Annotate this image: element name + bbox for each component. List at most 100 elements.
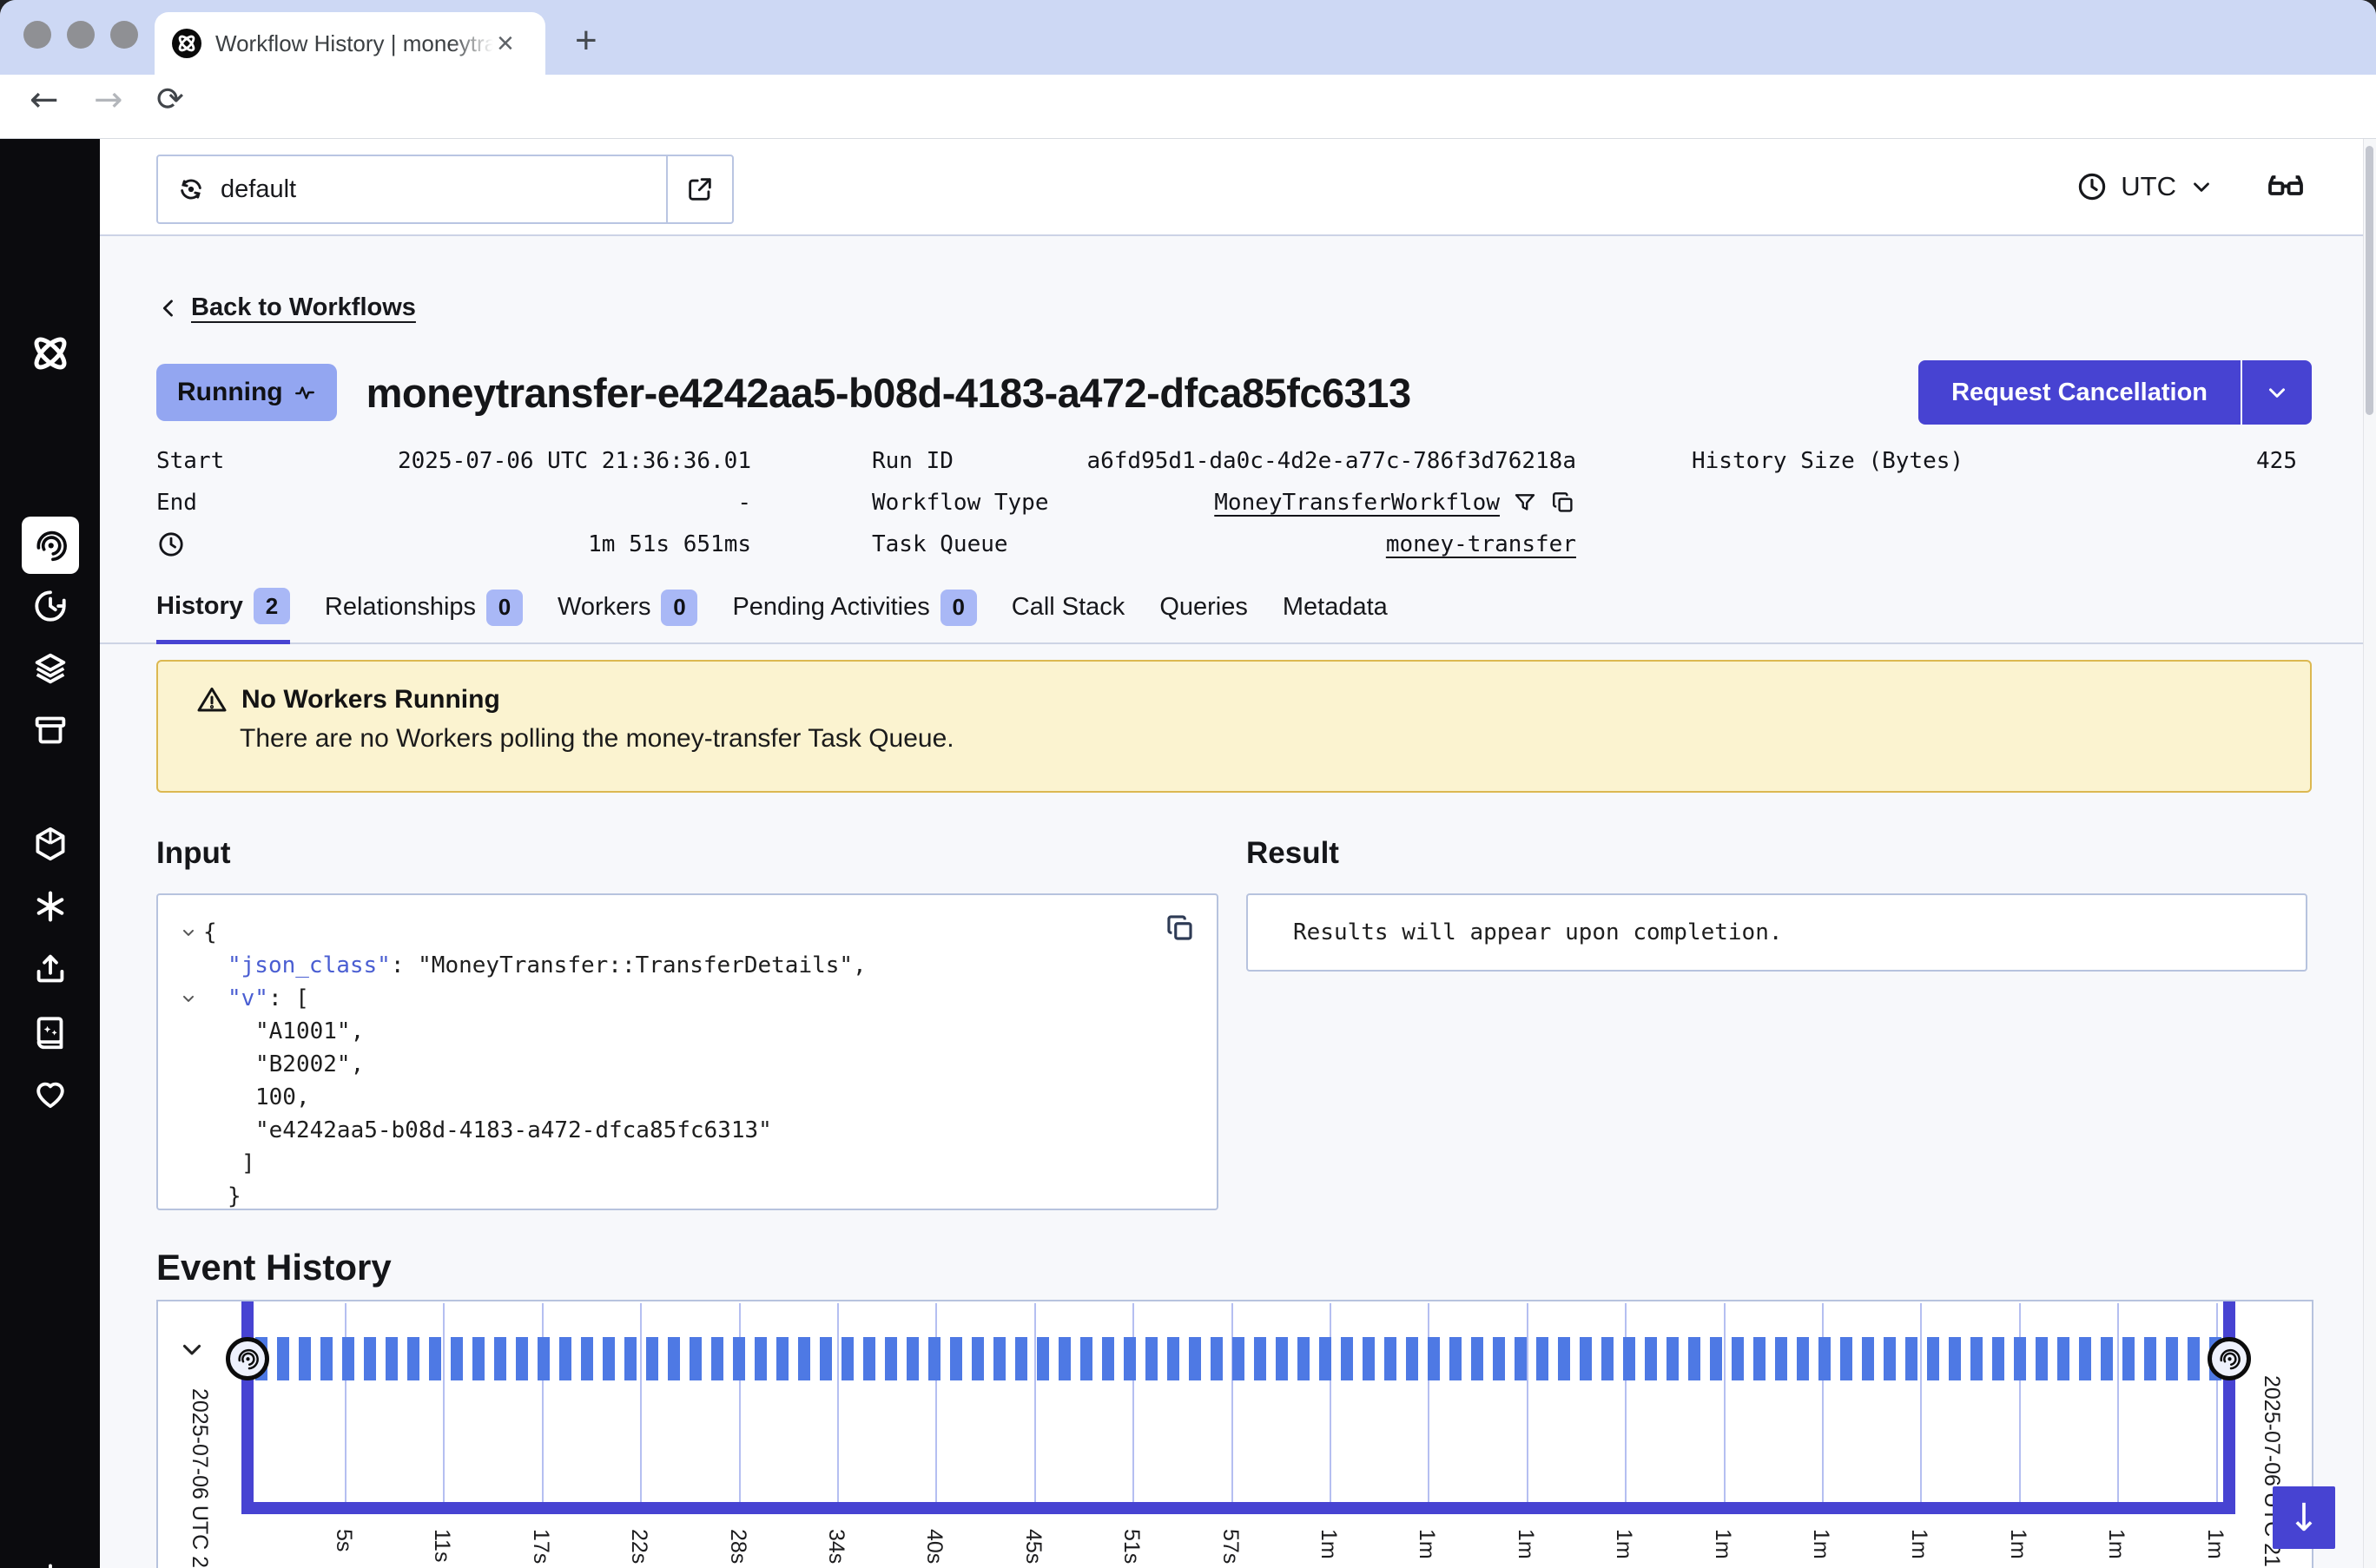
history-count-badge: 2: [254, 588, 290, 624]
timeline-gridline: [739, 1303, 741, 1514]
timeline-start-bar: [241, 1301, 254, 1514]
tab-history[interactable]: History2: [156, 588, 290, 644]
timeline-gridline: [1132, 1303, 1134, 1514]
sidebar-item-namespaces[interactable]: [0, 824, 100, 864]
tab-close-icon[interactable]: ×: [497, 29, 514, 58]
result-payload-viewer: Results will appear upon completion.: [1246, 893, 2307, 972]
copy-input-icon[interactable]: [1165, 912, 1196, 944]
input-heading: Input: [156, 836, 1218, 871]
window-minimize-button[interactable]: [67, 21, 95, 49]
sidebar-item-workflows[interactable]: [22, 517, 79, 574]
json-key: "json_class": [228, 952, 391, 978]
timeline-gridline: [1822, 1303, 1824, 1514]
app-topbar: default UTC: [100, 139, 2376, 236]
timeline-gridline: [2216, 1303, 2218, 1514]
start-label: Start: [156, 448, 224, 474]
workflow-type-link[interactable]: MoneyTransferWorkflow: [1214, 490, 1500, 516]
window-zoom-button[interactable]: [110, 21, 138, 49]
scroll-to-bottom-button[interactable]: ↓: [2273, 1486, 2335, 1549]
timeline-tick-label: 1m: [2103, 1529, 2128, 1559]
tab-pending-activities[interactable]: Pending Activities0: [732, 590, 976, 642]
timeline-tick-label: 28s: [725, 1529, 750, 1564]
copy-icon[interactable]: [1550, 490, 1576, 516]
json-text: : "MoneyTransfer::TransferDetails",: [391, 952, 867, 978]
namespace-open-button[interactable]: [666, 156, 732, 222]
sidebar-item-deployments[interactable]: [0, 649, 100, 688]
page-scrollbar[interactable]: [2363, 139, 2376, 1568]
filter-icon[interactable]: [1512, 490, 1538, 516]
sidebar-item-docs[interactable]: [0, 1012, 100, 1052]
pending-activities-count-badge: 0: [940, 590, 977, 626]
timezone-select[interactable]: UTC: [2121, 171, 2176, 202]
workflow-tabs: History2 Relationships0 Workers0 Pending…: [100, 588, 2376, 644]
labs-glasses-icon[interactable]: [2265, 166, 2307, 208]
forward-button[interactable]: →: [94, 80, 123, 120]
sidebar-item-archival[interactable]: [0, 710, 100, 750]
end-value: -: [737, 490, 751, 516]
namespace-selector[interactable]: default: [156, 155, 734, 224]
reload-button[interactable]: ⟳: [156, 80, 184, 118]
temporal-favicon-icon: [172, 29, 201, 58]
window-close-button[interactable]: [23, 21, 51, 49]
end-label: End: [156, 490, 197, 516]
timeline-gridline: [1625, 1303, 1627, 1514]
task-queue-label: Task Queue: [872, 531, 1008, 557]
cancel-dropdown-button[interactable]: [2242, 360, 2312, 425]
timeline-events-band[interactable]: [255, 1337, 2221, 1380]
timeline-gridline: [345, 1303, 346, 1514]
new-tab-button[interactable]: +: [575, 19, 597, 63]
temporal-logo-icon[interactable]: [0, 332, 100, 375]
timeline-gridline: [1330, 1303, 1331, 1514]
theme-toggle-icon[interactable]: [0, 1561, 100, 1568]
workflow-latest-node[interactable]: [2208, 1337, 2251, 1380]
chevron-down-icon[interactable]: [2188, 174, 2214, 200]
json-text: }: [203, 1183, 241, 1209]
back-button[interactable]: ←: [30, 80, 59, 120]
tab-workers[interactable]: Workers0: [558, 590, 697, 642]
tab-relationships[interactable]: Relationships0: [325, 590, 523, 642]
timeline-tick-label: 1m: [1710, 1529, 1735, 1559]
request-cancellation-button[interactable]: Request Cancellation: [1918, 360, 2241, 425]
timeline-gridline: [935, 1303, 937, 1514]
sidebar-item-import[interactable]: [0, 949, 100, 989]
app-sidebar: 2.34.0: [0, 139, 100, 1568]
workflow-started-node[interactable]: [226, 1337, 269, 1380]
timeline-gridline: [1724, 1303, 1726, 1514]
relationships-count-badge: 0: [486, 590, 523, 626]
sidebar-item-feedback[interactable]: [0, 1074, 100, 1114]
sidebar-item-nexus[interactable]: [0, 886, 100, 926]
workflow-metadata: Start2025-07-06 UTC 21:36:36.01 End- 1m …: [156, 440, 2312, 565]
run-id-value: a6fd95d1-da0c-4d2e-a77c-786f3d76218a: [1086, 448, 1576, 474]
chevron-down-icon: [2264, 379, 2290, 405]
collapse-chevron-icon[interactable]: [174, 990, 203, 1007]
warning-title: No Workers Running: [241, 685, 500, 715]
tab-queries[interactable]: Queries: [1159, 593, 1248, 637]
browser-tab[interactable]: Workflow History | moneytran ×: [155, 12, 545, 75]
event-history-timeline[interactable]: 2025-07-06 UTC 21:36:36 2025-07-06 UTC 2…: [156, 1300, 2313, 1568]
back-to-workflows-link[interactable]: Back to Workflows: [156, 293, 2312, 322]
browser-toolbar: ← → ⟳ localhost:8080/namespaces/default/…: [0, 75, 2376, 139]
timeline-tick-label: 34s: [823, 1529, 848, 1564]
browser-tabstrip: Workflow History | moneytran × +: [0, 0, 2376, 75]
warning-triangle-icon: [196, 684, 228, 715]
tab-metadata[interactable]: Metadata: [1283, 593, 1388, 637]
timeline-tick-label: 1m: [1808, 1529, 1833, 1559]
json-text: {: [203, 919, 217, 945]
timeline-tick-label: 17s: [528, 1529, 553, 1564]
timeline-gridline: [1527, 1303, 1528, 1514]
collapse-chevron-icon[interactable]: [174, 924, 203, 941]
timeline-gridline: [542, 1303, 544, 1514]
history-size-label: History Size (Bytes): [1692, 448, 1964, 474]
json-text: : [: [268, 985, 309, 1011]
sidebar-item-schedules[interactable]: [0, 586, 100, 626]
json-key: "v": [228, 985, 268, 1011]
timeline-tick-label: 1m: [2005, 1529, 2030, 1559]
history-size-value: 425: [2256, 448, 2297, 474]
window-controls[interactable]: [23, 21, 138, 49]
timeline-tick-label: 1m: [1316, 1529, 1341, 1559]
scrollbar-thumb[interactable]: [2366, 146, 2373, 415]
timeline-collapse-icon[interactable]: [177, 1334, 207, 1364]
duration-clock-icon: [156, 530, 186, 559]
task-queue-link[interactable]: money-transfer: [1386, 531, 1576, 557]
tab-call-stack[interactable]: Call Stack: [1012, 593, 1125, 637]
